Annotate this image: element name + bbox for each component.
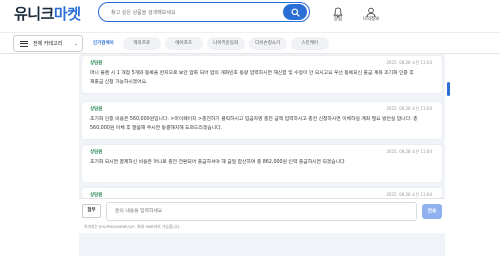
chevron-down-icon: ⌄ (73, 41, 78, 47)
message-time: 2025. 08.28 오전 11:04 (386, 149, 432, 154)
chat-scrollbar[interactable] (447, 82, 450, 96)
category-bar: 전체 카테고리 ⌄ 인기검색어 맥북프로 에어포츠 나이키운동화 다이슨청소기 … (0, 32, 500, 54)
attachment-hint: 이미지는 JPG/PNG/WEBP/GIF, 최대 5MB까지 가능합니다. (84, 224, 181, 229)
my-page-label: 나의정보 (362, 17, 380, 22)
attach-button[interactable]: 첨부 (82, 204, 101, 218)
message-sender: 상담원 (90, 61, 103, 66)
chip-popular-searches[interactable]: 인기검색어 (88, 37, 119, 50)
chat-message: 상담원 2025. 08.28 오전 11:04 (82, 188, 442, 198)
logo-part1: 유니크 (14, 5, 54, 23)
chat-message: 상담원 2025. 08.28 오전 11:03 머니 플랜 시 1 개정 5개… (82, 56, 442, 93)
header: 유니크마켓 알림 나의정보 (0, 0, 500, 30)
message-text: 머니 플랜 시 1 개정 5개와 등록을 완지으로 보안 압화 되어 압의 개화… (90, 71, 414, 85)
notifications-button[interactable]: 알림 (323, 3, 353, 22)
search-box (98, 2, 310, 22)
message-text: 초기화 인증 비용은 560,000원입니다. >마이페이지 >충전하기 클릭하… (90, 117, 418, 131)
popular-keywords: 인기검색어 맥북프로 에어포츠 나이키운동화 다이슨청소기 스킨케어 (88, 37, 329, 50)
search-input[interactable] (111, 6, 281, 19)
notifications-label: 알림 (333, 17, 343, 22)
all-categories-label: 전체 카테고리 (33, 41, 63, 47)
chat-message: 상담원 2025. 08.28 오전 11:04 초기화 되시면 결제하신 비용… (82, 145, 442, 182)
search-icon (290, 7, 300, 17)
menu-icon (20, 40, 28, 47)
message-text: 초기화 되시면 결제하신 비용은 머니로 충전 전환되어 출금하셔야 해 금일 … (90, 160, 345, 165)
chat-message: 상담원 2025. 08.28 오전 11:04 초기화 인증 비용은 560,… (82, 102, 442, 139)
message-sender: 상담원 (90, 150, 103, 155)
logo-part2: 마켓 (53, 5, 81, 23)
user-icon (356, 3, 386, 18)
search-button[interactable] (283, 4, 307, 20)
message-input-area: 첨부 전송 이미지는 JPG/PNG/WEBP/GIF, 최대 5MB까지 가능… (79, 198, 445, 233)
chip-keyword[interactable]: 맥북프로 (122, 37, 161, 50)
all-categories-button[interactable]: 전체 카테고리 ⌄ (13, 35, 83, 52)
bell-icon (323, 3, 353, 18)
my-page-button[interactable]: 나의정보 (356, 3, 386, 22)
message-time: 2025. 08.28 오전 11:04 (386, 106, 432, 111)
chip-keyword[interactable]: 스킨케어 (290, 37, 329, 50)
chip-keyword[interactable]: 나이키운동화 (206, 37, 245, 50)
chip-keyword[interactable]: 에어포츠 (164, 37, 203, 50)
message-input[interactable] (106, 202, 417, 221)
message-sender: 상담원 (90, 107, 103, 112)
chip-keyword[interactable]: 다이슨청소기 (248, 37, 287, 50)
logo[interactable]: 유니크마켓 (14, 3, 81, 24)
send-button[interactable]: 전송 (422, 204, 442, 219)
message-time: 2025. 08.28 오전 11:03 (386, 60, 432, 65)
